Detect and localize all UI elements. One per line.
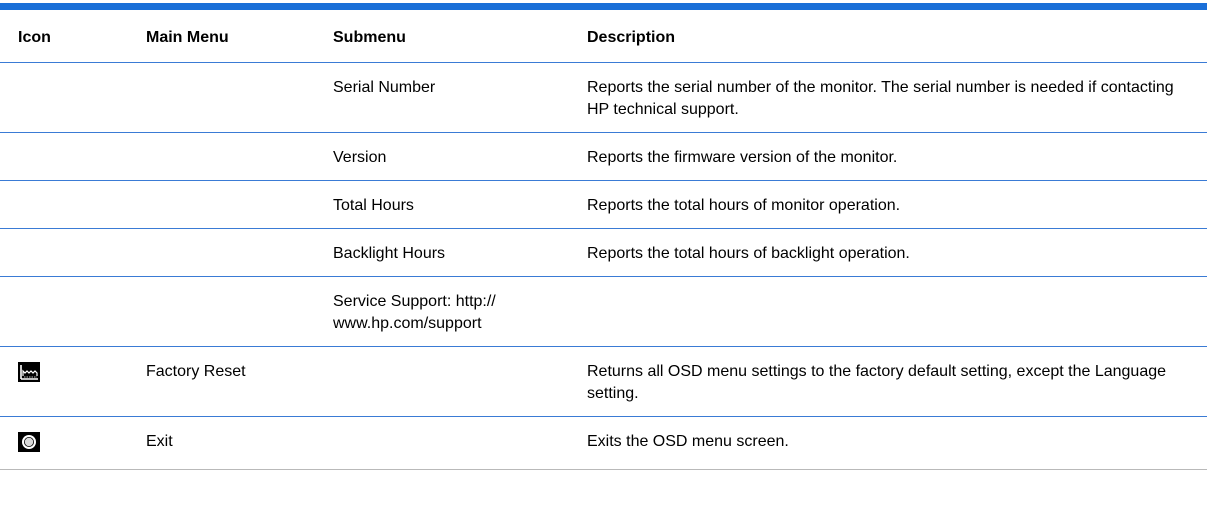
submenu-cell: Serial Number xyxy=(328,62,581,133)
icon-cell xyxy=(0,62,136,133)
factory-reset-icon xyxy=(18,362,40,382)
description-cell: Returns all OSD menu settings to the fac… xyxy=(581,346,1207,417)
submenu-cell: Backlight Hours xyxy=(328,228,581,277)
column-header-description: Description xyxy=(581,13,1207,63)
table-row: Version Reports the firmware version of … xyxy=(0,132,1207,181)
description-cell: Reports the serial number of the monitor… xyxy=(581,62,1207,133)
submenu-cell xyxy=(328,346,581,417)
main-menu-cell xyxy=(136,180,328,229)
submenu-cell: Service Support: http:// www.hp.com/supp… xyxy=(328,276,581,347)
submenu-cell xyxy=(328,416,581,470)
submenu-cell: Total Hours xyxy=(328,180,581,229)
main-menu-cell xyxy=(136,132,328,181)
table-header-row: Icon Main Menu Submenu Description xyxy=(0,13,1207,63)
table-row: Total Hours Reports the total hours of m… xyxy=(0,180,1207,229)
column-header-main-menu: Main Menu xyxy=(136,13,328,63)
table-row: Service Support: http:// www.hp.com/supp… xyxy=(0,276,1207,347)
description-cell: Exits the OSD menu screen. xyxy=(581,416,1207,470)
icon-cell xyxy=(0,346,136,417)
column-header-icon: Icon xyxy=(0,13,136,63)
icon-cell xyxy=(0,276,136,347)
icon-cell xyxy=(0,228,136,277)
column-header-submenu: Submenu xyxy=(328,13,581,63)
main-menu-cell xyxy=(136,62,328,133)
icon-cell xyxy=(0,416,136,470)
description-cell: Reports the total hours of monitor opera… xyxy=(581,180,1207,229)
osd-menu-table: Icon Main Menu Submenu Description Seria… xyxy=(0,13,1207,470)
submenu-cell: Version xyxy=(328,132,581,181)
description-cell: Reports the firmware version of the moni… xyxy=(581,132,1207,181)
description-cell: Reports the total hours of backlight ope… xyxy=(581,228,1207,277)
main-menu-cell xyxy=(136,276,328,347)
main-menu-cell xyxy=(136,228,328,277)
table-row: Exit Exits the OSD menu screen. xyxy=(0,416,1207,470)
icon-cell xyxy=(0,180,136,229)
table-row: Backlight Hours Reports the total hours … xyxy=(0,228,1207,277)
exit-icon xyxy=(18,432,40,452)
main-menu-cell: Factory Reset xyxy=(136,346,328,417)
table-row: Serial Number Reports the serial number … xyxy=(0,62,1207,133)
header-accent-gap xyxy=(0,0,1207,3)
main-menu-cell: Exit xyxy=(136,416,328,470)
icon-cell xyxy=(0,132,136,181)
table-row: Factory Reset Returns all OSD menu setti… xyxy=(0,346,1207,417)
description-cell xyxy=(581,276,1207,347)
